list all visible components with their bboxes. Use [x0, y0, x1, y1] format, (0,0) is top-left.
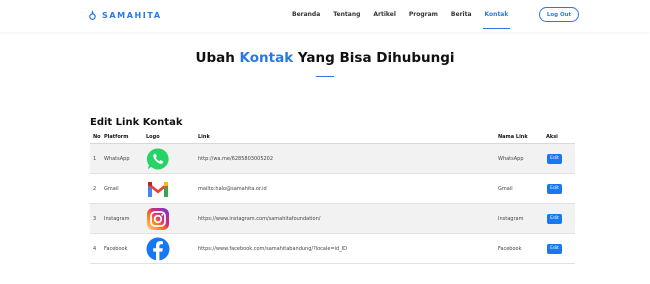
table-row: 3 Instagram https://www.instagram.com/sa…	[90, 204, 575, 234]
cell-aksi: Edit	[546, 153, 575, 164]
contact-links-table: No Platform Logo Link Nama Link Aksi 1 W…	[90, 130, 575, 264]
cell-logo	[146, 177, 198, 201]
heading-text-pre: Ubah	[195, 50, 240, 66]
edit-button[interactable]: Edit	[547, 243, 562, 254]
cell-logo	[146, 207, 198, 231]
cell-aksi: Edit	[546, 213, 575, 224]
table-header: No Platform Logo Link Nama Link Aksi	[90, 130, 575, 144]
table-row: 2 Gmail mailto:halo@samahita.or.id Gmail…	[90, 174, 575, 204]
nav-link-berita[interactable]: Berita	[451, 11, 472, 18]
brand[interactable]: SAMAHITA	[88, 10, 162, 20]
nav-link-artikel[interactable]: Artikel	[373, 11, 395, 18]
cell-nama-link: Facebook	[498, 245, 522, 252]
edit-button[interactable]: Edit	[547, 153, 562, 164]
table-row: 4 Facebook https://www.facebook.com/sama…	[90, 234, 575, 264]
nav-link-kontak[interactable]: Kontak	[482, 11, 511, 29]
edit-button[interactable]: Edit	[547, 213, 562, 224]
cell-logo	[146, 237, 198, 261]
brand-name: SAMAHITA	[102, 10, 162, 20]
nav-link-program[interactable]: Program	[409, 11, 438, 18]
header-no: No	[93, 133, 101, 140]
cell-link: mailto:halo@samahita.or.id	[198, 185, 267, 192]
whatsapp-logo-icon	[146, 147, 169, 169]
cell-logo	[146, 147, 198, 171]
heading-text-post: Yang Bisa Dihubungi	[293, 50, 455, 66]
nav-link-beranda[interactable]: Beranda	[292, 11, 320, 18]
cell-platform: Gmail	[104, 185, 119, 192]
nav-link-tentang[interactable]: Tentang	[333, 11, 360, 18]
facebook-logo-icon	[146, 237, 170, 261]
cell-link: http://wa.me/6285803005202	[198, 155, 274, 162]
cell-aksi: Edit	[546, 183, 575, 194]
cell-no: 2	[93, 185, 97, 192]
logout-button[interactable]: Log Out	[539, 7, 579, 22]
header-platform: Platform	[104, 133, 129, 140]
cell-link: https://www.instagram.com/samahitafounda…	[198, 215, 321, 222]
cell-nama-link: WhatsApp	[498, 155, 524, 162]
cell-platform: Facebook	[104, 245, 128, 252]
samahita-logo-icon	[89, 10, 96, 20]
table-row: 1 WhatsApp http://wa.me/6285803005202 Wh…	[90, 144, 575, 174]
header-link: Link	[198, 133, 210, 140]
header-nama-link: Nama Link	[498, 133, 528, 140]
header-logo: Logo	[146, 133, 160, 140]
heading-underline	[316, 76, 334, 77]
cell-link: https://www.facebook.com/samahitabandung…	[198, 245, 348, 252]
cell-nama-link: Gmail	[498, 185, 513, 192]
page-heading: Ubah Kontak Yang Bisa Dihubungi	[0, 50, 650, 66]
cell-platform: WhatsApp	[104, 155, 130, 162]
nav-links: Beranda Tentang Artikel Program Berita K…	[292, 11, 521, 29]
cell-nama-link: Instagram	[498, 215, 524, 222]
section-title: Edit Link Kontak	[90, 117, 183, 128]
cell-no: 1	[93, 155, 97, 162]
header-aksi: Aksi	[546, 133, 558, 140]
instagram-logo-icon	[147, 207, 169, 230]
cell-platform: Instagram	[104, 215, 130, 222]
cell-no: 4	[93, 245, 97, 252]
gmail-logo-icon	[148, 181, 168, 197]
cell-aksi: Edit	[546, 243, 575, 254]
top-navbar: SAMAHITA Beranda Tentang Artikel Program…	[0, 0, 650, 32]
heading-accent: Kontak	[239, 50, 294, 66]
cell-no: 3	[93, 215, 97, 222]
edit-button[interactable]: Edit	[547, 183, 562, 194]
